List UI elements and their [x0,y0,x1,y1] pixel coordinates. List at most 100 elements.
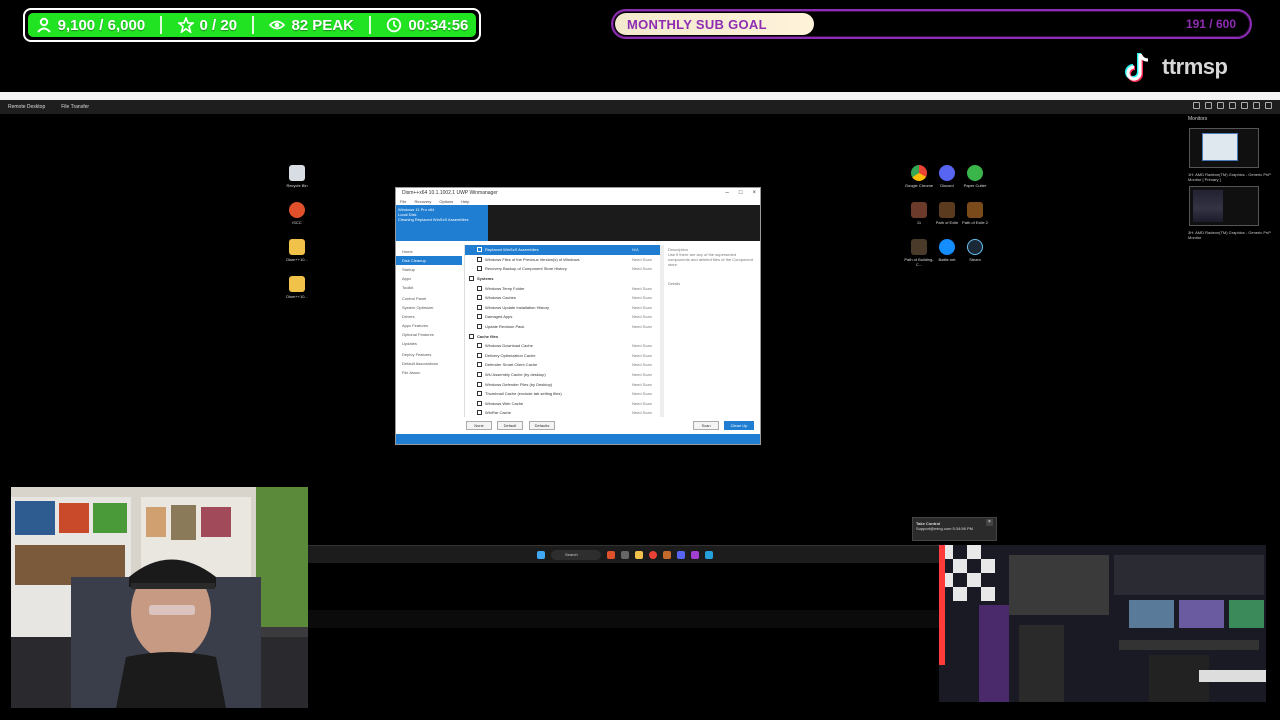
scan-button[interactable]: Scan [693,421,719,430]
close-icon[interactable] [1265,102,1272,109]
minimize-icon[interactable]: – [726,188,729,198]
checkbox[interactable] [477,266,482,272]
menu-options[interactable]: Options [439,199,453,204]
app-icon[interactable] [691,551,699,559]
desktop-icon-chrome[interactable]: Google Chrome [904,165,934,188]
list-item[interactable]: Damaged Apps Need Scan [465,312,660,322]
app-icon[interactable] [663,551,671,559]
list-item[interactable]: Windows Caches Need Scan [465,293,660,303]
checkbox[interactable] [477,295,482,301]
keyboard-icon[interactable] [1217,102,1224,109]
list-item[interactable]: Windows Download Cache Need Scan [465,341,660,351]
sidebar-item[interactable]: Default Associations [396,359,462,368]
menu-recovery[interactable]: Recovery [414,199,431,204]
desktop-icon-dism-1[interactable]: Dism++10... [282,239,312,262]
default-button[interactable]: Default [497,421,523,430]
tab-file-transfer[interactable]: File Transfer [53,104,97,110]
monitor-icon[interactable] [1205,102,1212,109]
desktop-icon-path-of-exile-2[interactable]: Path of Exile 2 [960,202,990,225]
menu-help[interactable]: Help [461,199,469,204]
sidebar-item[interactable]: Home [396,247,462,256]
list-item[interactable]: Defender Smart Client Cache Need Scan [465,360,660,370]
checkbox[interactable] [477,400,482,406]
list-item[interactable]: WU Assembly Cache (by desktop) Need Scan [465,370,660,380]
maximize-icon[interactable]: □ [739,188,743,198]
list-item[interactable]: Windows Temp Folder Need Scan [465,283,660,293]
defaults-button[interactable]: Defaults [529,421,555,430]
app-icon[interactable] [705,551,713,559]
none-button[interactable]: None [466,421,492,430]
chrome-icon[interactable] [649,551,657,559]
close-icon[interactable]: × [986,519,993,526]
close-icon[interactable]: × [752,188,756,198]
list-item[interactable]: Windows Files of the Previous Version(s)… [465,255,660,265]
desktop-icon-11[interactable]: 11 [904,202,934,225]
checkbox[interactable] [477,391,482,397]
sidebar-item[interactable]: Toolkit [396,283,462,292]
checkbox[interactable] [477,352,482,358]
sidebar-item[interactable]: System Optimizer [396,303,462,312]
clean-up-button[interactable]: Clean Up [724,421,754,430]
settings-icon[interactable] [1193,102,1200,109]
desktop-icon-path-of-exile[interactable]: Path of Exile [932,202,962,225]
desktop-icon-steam[interactable]: Steam [960,239,990,262]
chat-icon[interactable] [1229,102,1236,109]
sidebar-item[interactable]: Drivers [396,312,462,321]
list-item[interactable]: Windows Web Cache Need Scan [465,399,660,409]
fullscreen-icon[interactable] [1241,102,1248,109]
app-icon[interactable] [607,551,615,559]
tab-remote-desktop[interactable]: Remote Desktop [0,104,53,110]
desktop-icon-path-of-building[interactable]: Path of Building-C... [904,239,934,267]
checkbox[interactable] [477,304,482,310]
list-item[interactable]: Windows Update Installation History Need … [465,303,660,313]
file-explorer-icon[interactable] [635,551,643,559]
session-info-panel[interactable]: Windows 11 Pro x64 Local Disk Cleaning R… [396,205,488,241]
desktop-icon-discord[interactable]: Discord [932,165,962,188]
sidebar-item[interactable]: Appx Features [396,321,462,330]
task-view-icon[interactable] [621,551,629,559]
list-item[interactable]: Delivery Optimization Cache Need Scan [465,351,660,361]
checkbox[interactable] [469,333,474,339]
desktop-icon-recycle-bin[interactable]: Recycle Bin [282,165,312,188]
list-item[interactable]: Update Revision Pack Need Scan [465,322,660,332]
checkbox[interactable] [477,381,482,387]
desktop-icon-battle-net[interactable]: Battle.net [932,239,962,262]
sidebar-item[interactable]: Startup [396,265,462,274]
checkbox[interactable] [477,285,482,291]
menu-file[interactable]: File [400,199,406,204]
taskbar-search-box[interactable]: Search [551,550,601,560]
sidebar-item[interactable]: Control Panel [396,294,462,303]
sidebar-item[interactable]: Optional Features [396,330,462,339]
checkbox[interactable] [477,314,482,320]
list-group-header[interactable]: Systems [465,274,660,284]
sidebar-item[interactable]: Disk Cleanup [396,256,462,265]
desktop-icon-paper-cutter[interactable]: Paper Cutter [960,165,990,188]
monitor-thumbnail-primary[interactable] [1189,128,1259,168]
list-item[interactable]: Recovery Backup of Component Store Histo… [465,264,660,274]
checkbox[interactable] [477,256,482,262]
checkbox[interactable] [477,362,482,368]
desktop-icon-dism-2[interactable]: Dism++10... [282,276,312,299]
minimize-icon[interactable] [1253,102,1260,109]
list-item[interactable]: Windows Defender Files (by Desktop) Need … [465,379,660,389]
windows-start-icon[interactable] [537,551,545,559]
checkbox[interactable] [477,372,482,378]
monitor-thumbnail-secondary[interactable] [1189,186,1259,226]
list-scrollbar[interactable] [660,245,664,417]
sidebar-item[interactable]: Appx [396,274,462,283]
list-group-header[interactable]: Cache files [465,331,660,341]
checkbox[interactable] [477,247,482,253]
sidebar-item[interactable]: File Assoc [396,368,462,377]
list-item[interactable]: WinRar Cache Need Scan [465,408,660,417]
checkbox[interactable] [477,324,482,330]
sidebar-item[interactable]: Deploy Features [396,350,462,359]
desktop-icon-iscc[interactable]: iSCC [282,202,312,225]
checkbox[interactable] [469,276,474,282]
checkbox[interactable] [477,410,482,416]
sidebar-item[interactable]: Updates [396,339,462,348]
take-control-notification[interactable]: Take Control Support@ming.com 5:34:56 PM… [912,517,997,541]
list-item[interactable]: Replaced WinSxS Assemblies N/A [465,245,660,255]
discord-icon[interactable] [677,551,685,559]
checkbox[interactable] [477,343,482,349]
list-item[interactable]: Thumbnail Cache (exclude tab setting fil… [465,389,660,399]
